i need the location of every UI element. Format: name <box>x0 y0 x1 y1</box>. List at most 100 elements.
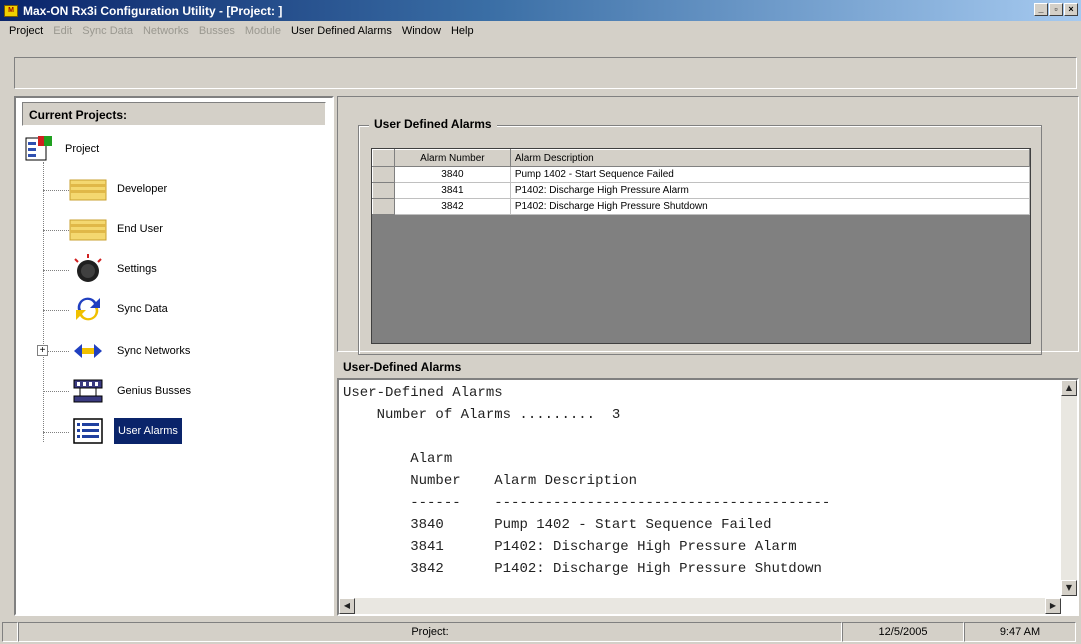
close-icon[interactable]: × <box>1064 3 1078 16</box>
report-col-head-number: Number <box>410 473 461 489</box>
report-alarm-description: Pump 1402 - Start Sequence Failed <box>494 517 772 533</box>
expand-icon[interactable]: + <box>37 345 48 356</box>
alarm-number-cell[interactable]: 3840 <box>393 166 511 183</box>
window-controls: _ ▫ × <box>1034 3 1078 16</box>
tree-item-developer[interactable]: Developer <box>68 174 170 204</box>
report-separator: ---------------------------------------- <box>494 495 831 511</box>
user-alarms-list-icon <box>72 416 104 446</box>
alarms-group-title: User Defined Alarms <box>369 117 497 131</box>
table-row[interactable]: 3840 Pump 1402 - Start Sequence Failed <box>372 166 1031 183</box>
report-content: User-Defined Alarms Number of Alarms ...… <box>339 380 1077 582</box>
report-alarm-number: 3840 <box>410 517 444 533</box>
report-alarm-description: P1402: Discharge High Pressure Shutdown <box>494 561 822 577</box>
scroll-up-icon[interactable]: ▲ <box>1061 380 1077 396</box>
menu-bar: Project Edit Sync Data Networks Busses M… <box>0 21 1081 41</box>
report-alarm-description: P1402: Discharge High Pressure Alarm <box>494 539 797 555</box>
genius-busses-icon <box>72 376 104 406</box>
tree-label-settings: Settings <box>117 263 157 275</box>
report-alarm-number: 3842 <box>410 561 444 577</box>
menu-project[interactable]: Project <box>4 25 48 37</box>
table-row[interactable]: 3842 P1402: Discharge High Pressure Shut… <box>372 198 1031 215</box>
alarm-description-cell[interactable]: P1402: Discharge High Pressure Shutdown <box>509 198 1031 215</box>
minimize-icon[interactable]: _ <box>1034 3 1048 16</box>
tree-label-user-alarms: User Alarms <box>114 418 182 444</box>
menu-networks[interactable]: Networks <box>138 25 194 37</box>
alarm-description-cell[interactable]: Pump 1402 - Start Sequence Failed <box>509 166 1031 183</box>
tree-item-settings[interactable]: Settings <box>72 254 160 284</box>
menu-user-defined-alarms[interactable]: User Defined Alarms <box>286 25 397 37</box>
report-title-line: User-Defined Alarms <box>343 385 503 401</box>
alarms-grid: Alarm Number Alarm Description 3840 Pump… <box>371 148 1031 344</box>
tree-item-genius-busses[interactable]: Genius Busses <box>72 376 194 406</box>
settings-dial-icon <box>72 254 104 284</box>
row-header-corner <box>372 149 395 167</box>
menu-module[interactable]: Module <box>240 25 286 37</box>
tree-item-sync-data[interactable]: Sync Data <box>72 294 171 324</box>
tree-connector <box>43 310 69 311</box>
tree-connector <box>43 230 69 231</box>
sync-networks-icon <box>72 336 104 366</box>
tree-connector <box>43 391 69 392</box>
tree-connector <box>43 162 44 442</box>
report-col-head-alarm: Alarm <box>410 451 453 467</box>
sync-data-icon <box>72 294 104 324</box>
status-time: 9:47 AM <box>964 622 1076 642</box>
status-cell-blank <box>2 622 18 642</box>
column-header-alarm-number[interactable]: Alarm Number <box>393 149 511 167</box>
projects-panel-header: Current Projects: <box>22 102 326 126</box>
row-header[interactable] <box>372 182 395 199</box>
tree-label-genius-busses: Genius Busses <box>117 385 191 397</box>
report-col-head-description: Alarm Description <box>494 473 638 489</box>
tree-connector <box>43 270 69 271</box>
status-bar: Project: 12/5/2005 9:47 AM <box>0 620 1081 644</box>
report-alarm-number: 3841 <box>410 539 444 555</box>
window-title: Max-ON Rx3i Configuration Utility - [Pro… <box>23 3 283 18</box>
scroll-right-icon[interactable]: ▶ <box>1045 598 1061 614</box>
alarm-number-cell[interactable]: 3841 <box>393 182 511 199</box>
tree-item-end-user[interactable]: End User <box>68 214 166 244</box>
toolbar <box>14 57 1077 89</box>
alarms-editor-panel: User Defined Alarms Alarm Number Alarm D… <box>337 96 1079 355</box>
report-header: User-Defined Alarms <box>337 357 1079 378</box>
menu-sync-data[interactable]: Sync Data <box>77 25 138 37</box>
tree-item-project[interactable]: Project <box>24 134 102 164</box>
alarms-table: Alarm Number Alarm Description 3840 Pump… <box>372 149 1031 215</box>
app-icon: M <box>4 4 18 17</box>
menu-help[interactable]: Help <box>446 25 479 37</box>
tree-item-sync-networks[interactable]: Sync Networks <box>72 336 193 366</box>
alarms-groupbox: User Defined Alarms Alarm Number Alarm D… <box>358 117 1042 355</box>
tree-label-project: Project <box>65 143 100 155</box>
status-date: 12/5/2005 <box>842 622 964 642</box>
alarm-number-cell[interactable]: 3842 <box>393 198 511 215</box>
vertical-scrollbar[interactable]: ▲ ▼ <box>1061 380 1077 596</box>
tree-label-sync-data: Sync Data <box>117 303 168 315</box>
developer-folder-icon <box>68 174 107 204</box>
report-text-area[interactable]: User-Defined Alarms Number of Alarms ...… <box>337 378 1079 616</box>
tree-label-developer: Developer <box>117 183 168 195</box>
menu-busses[interactable]: Busses <box>194 25 240 37</box>
end-user-folder-icon <box>68 214 107 244</box>
table-header-row: Alarm Number Alarm Description <box>372 149 1031 167</box>
tree-connector <box>43 190 69 191</box>
tree-label-sync-networks: Sync Networks <box>117 345 191 357</box>
row-header[interactable] <box>372 198 395 215</box>
scroll-left-icon[interactable]: ◀ <box>339 598 355 614</box>
scroll-down-icon[interactable]: ▼ <box>1061 580 1077 596</box>
row-header[interactable] <box>372 166 395 183</box>
alarm-description-cell[interactable]: P1402: Discharge High Pressure Alarm <box>509 182 1031 199</box>
column-header-alarm-description[interactable]: Alarm Description <box>509 149 1031 167</box>
status-project: Project: <box>18 622 842 642</box>
tree-label-end-user: End User <box>117 223 163 235</box>
tree-connector <box>43 432 69 433</box>
report-count-line: Number of Alarms ......... 3 <box>376 407 621 423</box>
project-icon <box>24 134 56 164</box>
report-separator: ------ <box>410 495 461 511</box>
projects-tree-panel: Current Projects: Project Developer End … <box>14 96 334 616</box>
menu-edit[interactable]: Edit <box>48 25 77 37</box>
menu-window[interactable]: Window <box>397 25 446 37</box>
restore-icon[interactable]: ▫ <box>1049 3 1063 16</box>
horizontal-scrollbar[interactable]: ◀ ▶ <box>339 598 1061 614</box>
window-title-bar: M Max-ON Rx3i Configuration Utility - [P… <box>0 0 1081 21</box>
tree-item-user-alarms[interactable]: User Alarms <box>72 416 182 446</box>
table-row[interactable]: 3841 P1402: Discharge High Pressure Alar… <box>372 182 1031 199</box>
